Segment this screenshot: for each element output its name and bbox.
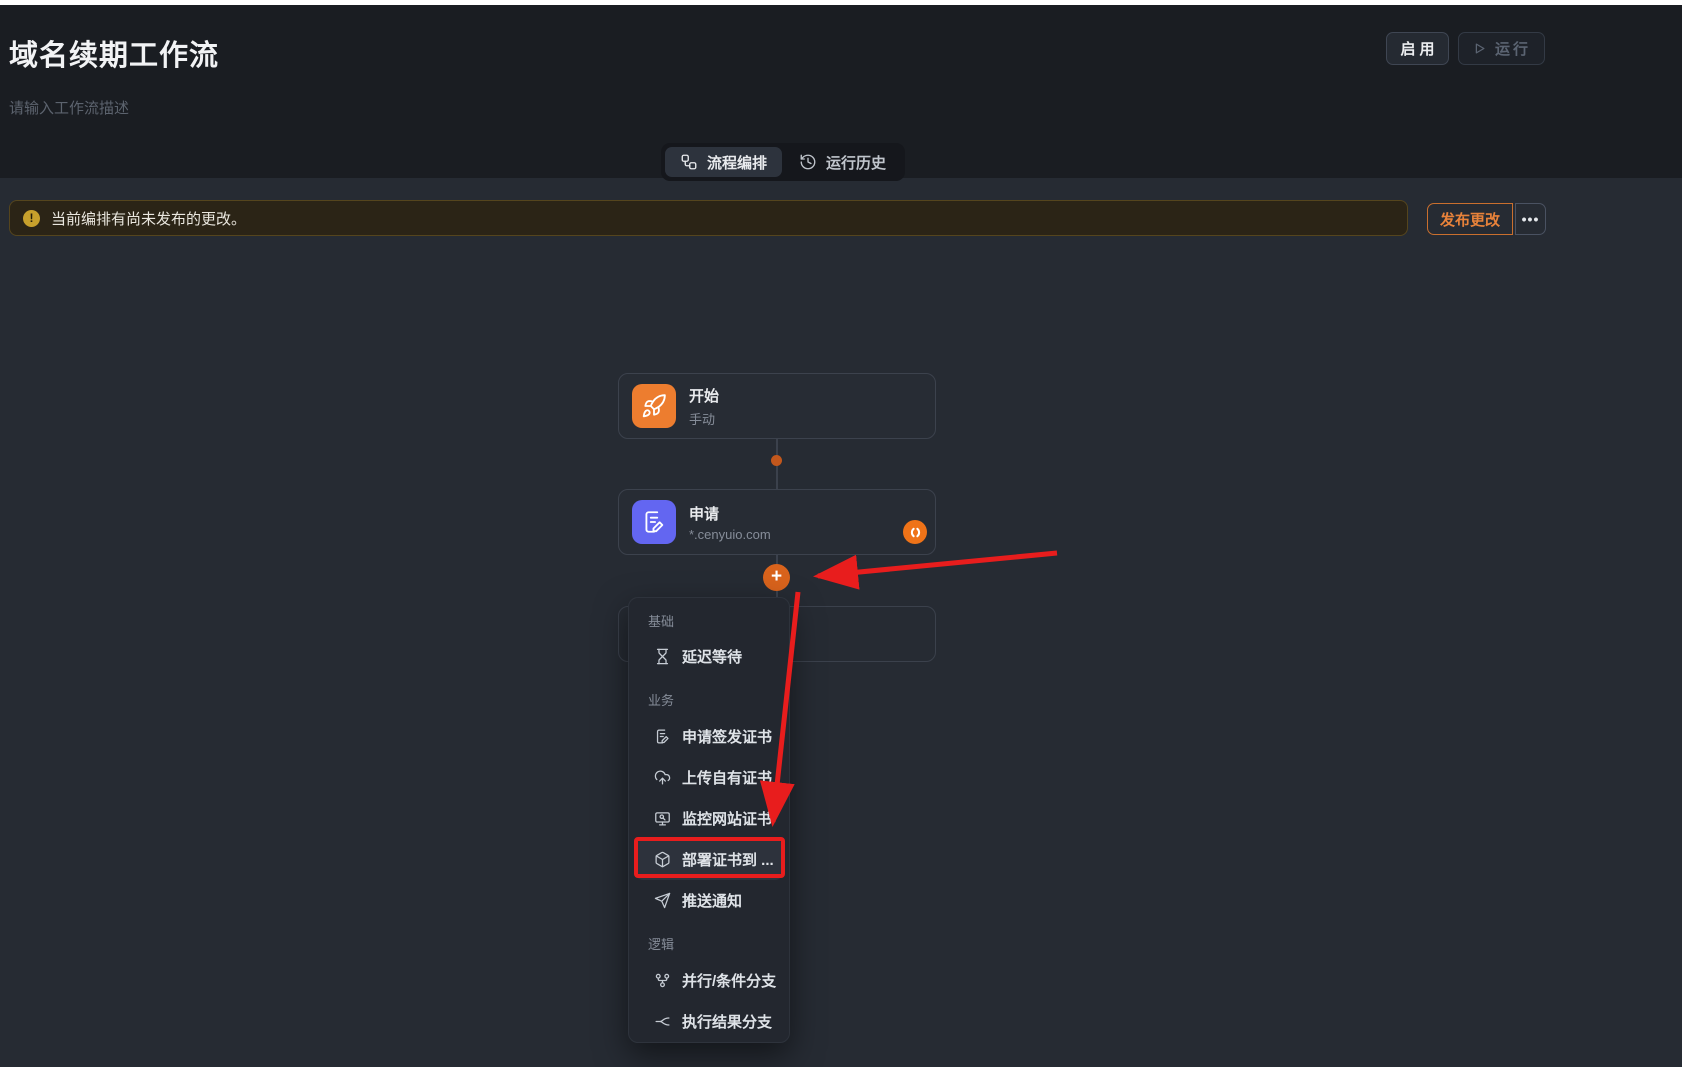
menu-item-delay-wait[interactable]: 延迟等待	[629, 636, 789, 677]
menu-item-push-notification[interactable]: 推送通知	[629, 880, 789, 921]
certificate-icon	[654, 728, 671, 745]
warning-icon: !	[23, 210, 40, 227]
publish-button-group: 发布更改 •••	[1427, 203, 1546, 235]
more-options-button[interactable]: •••	[1515, 203, 1546, 235]
hourglass-icon	[654, 648, 671, 665]
workflow-description-placeholder[interactable]: 请输入工作流描述	[9, 97, 129, 118]
page-title: 域名续期工作流	[9, 32, 219, 74]
tab-run-history[interactable]: 运行历史	[784, 147, 901, 177]
tab-process-orchestration[interactable]: 流程编排	[665, 147, 782, 177]
view-tabs: 流程编排 运行历史	[661, 143, 905, 181]
ca-provider-badge	[903, 520, 927, 544]
menu-item-label: 申请签发证书	[682, 726, 772, 747]
publish-changes-button[interactable]: 发布更改	[1427, 203, 1513, 235]
menu-item-label: 上传自有证书	[682, 767, 772, 788]
workflow-editor-page: 域名续期工作流 请输入工作流描述 启用 运行 流程编排 运行历史	[0, 0, 1682, 1067]
history-icon	[799, 153, 817, 171]
monitor-search-icon	[654, 810, 671, 827]
cloud-upload-icon	[654, 769, 671, 786]
ellipsis-icon: •••	[1522, 211, 1540, 227]
connector-dot	[771, 455, 782, 466]
menu-item-monitor-website-certificate[interactable]: 监控网站证书	[629, 798, 789, 839]
banner-message: 当前编排有尚未发布的更改。	[51, 208, 246, 229]
enable-button[interactable]: 启用	[1386, 32, 1449, 65]
tab-label: 运行历史	[826, 152, 886, 173]
node-apply-certificate[interactable]: 申请 *.cenyuio.com	[618, 489, 936, 555]
header-actions: 启用 运行	[1386, 32, 1545, 65]
menu-item-label: 延迟等待	[682, 646, 742, 667]
menu-item-execution-result-branch[interactable]: 执行结果分支	[629, 1001, 789, 1042]
plus-icon: +	[771, 567, 782, 586]
menu-item-label: 监控网站证书	[682, 808, 772, 829]
workflow-icon	[680, 153, 698, 171]
menu-item-label: 推送通知	[682, 890, 742, 911]
rocket-icon	[632, 384, 676, 428]
enable-button-label: 启用	[1400, 38, 1438, 59]
package-icon	[654, 851, 671, 868]
menu-item-deploy-certificate[interactable]: 部署证书到 ...	[635, 839, 783, 880]
certificate-icon	[632, 500, 676, 544]
run-button-label: 运行	[1495, 38, 1531, 59]
menu-item-apply-issue-certificate[interactable]: 申请签发证书	[629, 717, 789, 758]
menu-item-upload-certificate[interactable]: 上传自有证书	[629, 757, 789, 798]
menu-section-business: 业务	[629, 677, 789, 717]
menu-item-label: 部署证书到 ...	[682, 849, 774, 870]
run-button[interactable]: 运行	[1458, 32, 1545, 65]
node-subtitle: 手动	[689, 409, 719, 428]
node-start[interactable]: 开始 手动	[618, 373, 936, 439]
fork-icon	[654, 972, 671, 989]
add-node-menu: 基础 延迟等待 业务 申请签发证书 上传自有证书	[628, 597, 790, 1043]
node-subtitle: *.cenyuio.com	[689, 527, 771, 542]
node-title: 申请	[689, 503, 771, 524]
menu-item-parallel-condition-branch[interactable]: 并行/条件分支	[629, 960, 789, 1001]
tab-label: 流程编排	[707, 152, 767, 173]
send-icon	[654, 892, 671, 909]
play-icon	[1472, 41, 1487, 56]
menu-item-label: 执行结果分支	[682, 1011, 772, 1032]
unpublished-changes-banner: ! 当前编排有尚未发布的更改。	[9, 200, 1408, 236]
split-icon	[654, 1013, 671, 1030]
add-node-button[interactable]: +	[763, 564, 790, 591]
menu-section-basic: 基础	[629, 606, 789, 636]
menu-section-logic: 逻辑	[629, 921, 789, 961]
menu-item-label: 并行/条件分支	[682, 970, 776, 991]
node-title: 开始	[689, 385, 719, 406]
